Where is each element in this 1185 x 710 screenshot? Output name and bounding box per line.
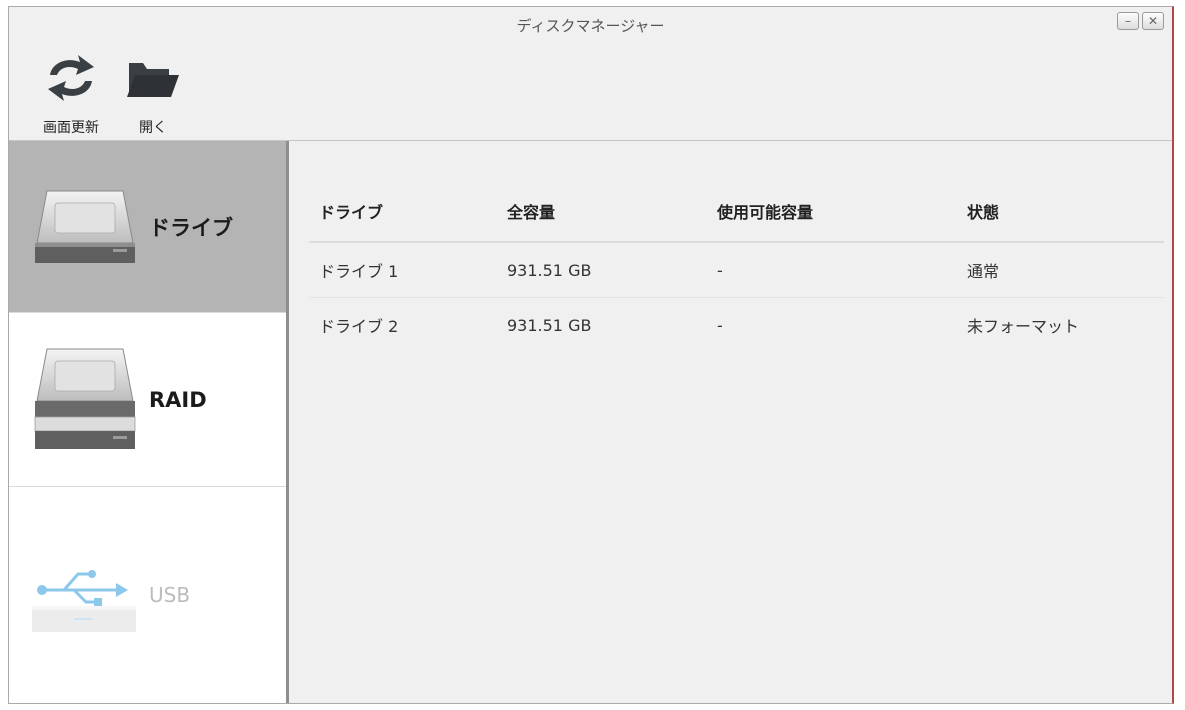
column-header-drive[interactable]: ドライブ (309, 181, 497, 243)
table-row[interactable]: ドライブ 2 931.51 GB - 未フォーマット (309, 298, 1164, 353)
window-title: ディスクマネージャー (516, 17, 665, 35)
close-button[interactable]: ✕ (1142, 12, 1164, 30)
table-row[interactable]: ドライブ 1 931.51 GB - 通常 (309, 242, 1164, 298)
drive-name: ドライブ 2 (319, 317, 399, 336)
open-button[interactable]: 開く (121, 49, 185, 137)
drive-total-capacity: 931.51 GB (507, 315, 592, 335)
folder-icon (121, 49, 185, 107)
drive-status: 通常 (957, 242, 1164, 298)
hard-drive-icon (29, 185, 141, 269)
table-header-row: ドライブ 全容量 使用可能容量 状態 (309, 181, 1164, 243)
drive-status: 未フォーマット (967, 317, 1080, 336)
drive-name: ドライブ 1 (309, 242, 497, 298)
sidebar: ドライブ RAID USB (9, 141, 289, 703)
column-header-status[interactable]: 状態 (957, 181, 1164, 243)
sidebar-item-raid-label: RAID (149, 387, 207, 412)
sidebar-item-drive-label: ドライブ (149, 215, 233, 240)
open-label: 開く (139, 120, 167, 136)
raid-drives-icon (29, 345, 141, 455)
sidebar-item-raid[interactable]: RAID (9, 313, 286, 487)
toolbar: 画面更新 開く (9, 41, 1172, 141)
minimize-icon: – (1125, 14, 1131, 28)
close-icon: ✕ (1147, 14, 1159, 28)
drive-table: ドライブ 全容量 使用可能容量 状態 ドライブ 1 931.51 GB - 通常… (309, 181, 1164, 352)
drive-available-capacity: - (707, 242, 957, 298)
refresh-button[interactable]: 画面更新 (39, 49, 103, 137)
window-controls: – ✕ (1117, 12, 1164, 30)
minimize-button[interactable]: – (1117, 12, 1139, 30)
refresh-label: 画面更新 (43, 120, 99, 136)
sidebar-item-usb[interactable]: USB (9, 487, 286, 703)
disk-manager-window: ディスクマネージャー – ✕ 画面更新 開く ドライブ RAID USB ドライ… (8, 6, 1174, 704)
usb-icon (29, 550, 141, 640)
column-header-total-capacity[interactable]: 全容量 (497, 181, 707, 243)
sidebar-item-usb-label: USB (149, 583, 191, 607)
drive-list-panel: ドライブ 全容量 使用可能容量 状態 ドライブ 1 931.51 GB - 通常… (289, 141, 1172, 703)
refresh-icon (39, 49, 103, 107)
drive-total-capacity: 931.51 GB (497, 242, 707, 298)
drive-available-capacity: - (717, 315, 723, 335)
title-bar[interactable]: ディスクマネージャー – ✕ (9, 7, 1172, 41)
sidebar-item-drive[interactable]: ドライブ (9, 141, 286, 313)
column-header-available-capacity[interactable]: 使用可能容量 (707, 181, 957, 243)
